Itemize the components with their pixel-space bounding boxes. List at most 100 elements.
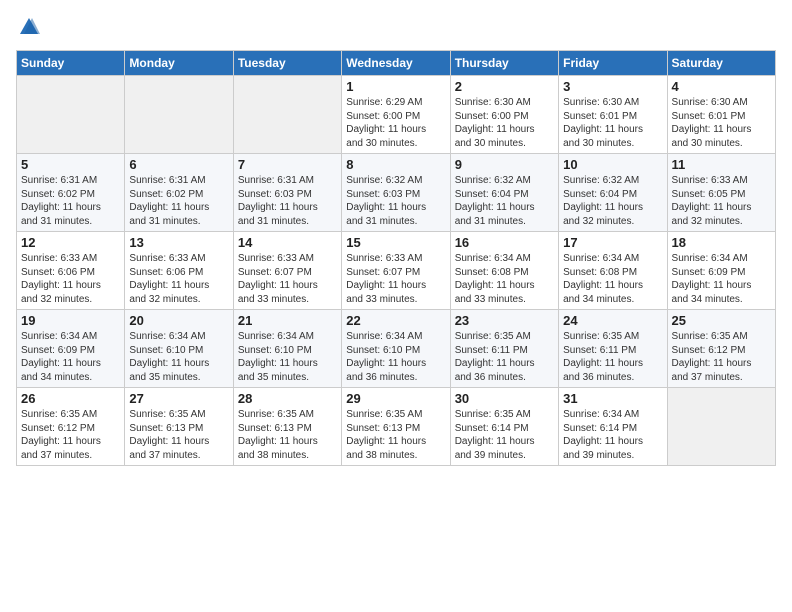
day-number: 5 <box>21 157 120 172</box>
weekday-header-thursday: Thursday <box>450 51 558 76</box>
day-number: 21 <box>238 313 337 328</box>
day-number: 8 <box>346 157 445 172</box>
day-info: Sunrise: 6:32 AM Sunset: 6:03 PM Dayligh… <box>346 174 445 228</box>
calendar-cell: 19 Sunrise: 6:34 AM Sunset: 6:09 PM Dayli… <box>17 310 125 388</box>
calendar-cell: 2Sunrise: 6:30 AM Sunset: 6:00 PM Daylig… <box>450 76 558 154</box>
calendar-cell: 25 Sunrise: 6:35 AM Sunset: 6:12 PM Dayli… <box>667 310 775 388</box>
calendar-cell: 8 Sunrise: 6:32 AM Sunset: 6:03 PM Daylig… <box>342 154 450 232</box>
day-info: Sunrise: 6:34 AM Sunset: 6:10 PM Dayligh… <box>129 330 228 384</box>
calendar-cell: 17 Sunrise: 6:34 AM Sunset: 6:08 PM Dayli… <box>559 232 667 310</box>
day-info: Sunrise: 6:35 AM Sunset: 6:12 PM Dayligh… <box>21 408 120 462</box>
day-info: Sunrise: 6:32 AM Sunset: 6:04 PM Dayligh… <box>563 174 662 228</box>
day-info: Sunrise: 6:34 AM Sunset: 6:10 PM Dayligh… <box>346 330 445 384</box>
weekday-header-tuesday: Tuesday <box>233 51 341 76</box>
weekday-header-sunday: Sunday <box>17 51 125 76</box>
calendar-cell <box>125 76 233 154</box>
calendar-cell: 27 Sunrise: 6:35 AM Sunset: 6:13 PM Dayli… <box>125 388 233 466</box>
day-info: Sunrise: 6:35 AM Sunset: 6:13 PM Dayligh… <box>238 408 337 462</box>
day-number: 13 <box>129 235 228 250</box>
day-info: Sunrise: 6:35 AM Sunset: 6:11 PM Dayligh… <box>563 330 662 384</box>
day-number: 26 <box>21 391 120 406</box>
calendar-cell: 16 Sunrise: 6:34 AM Sunset: 6:08 PM Dayli… <box>450 232 558 310</box>
day-info: Sunrise: 6:30 AM Sunset: 6:01 PM Dayligh… <box>672 96 771 150</box>
calendar-cell: 28 Sunrise: 6:35 AM Sunset: 6:13 PM Dayli… <box>233 388 341 466</box>
calendar-cell: 4Sunrise: 6:30 AM Sunset: 6:01 PM Daylig… <box>667 76 775 154</box>
calendar-cell: 22 Sunrise: 6:34 AM Sunset: 6:10 PM Dayli… <box>342 310 450 388</box>
calendar-cell: 20 Sunrise: 6:34 AM Sunset: 6:10 PM Dayli… <box>125 310 233 388</box>
day-number: 25 <box>672 313 771 328</box>
day-number: 10 <box>563 157 662 172</box>
day-info: Sunrise: 6:35 AM Sunset: 6:12 PM Dayligh… <box>672 330 771 384</box>
day-info: Sunrise: 6:34 AM Sunset: 6:08 PM Dayligh… <box>455 252 554 306</box>
day-info: Sunrise: 6:34 AM Sunset: 6:08 PM Dayligh… <box>563 252 662 306</box>
day-info: Sunrise: 6:35 AM Sunset: 6:13 PM Dayligh… <box>346 408 445 462</box>
day-number: 6 <box>129 157 228 172</box>
calendar-cell: 5 Sunrise: 6:31 AM Sunset: 6:02 PM Daylig… <box>17 154 125 232</box>
page-header <box>16 16 776 38</box>
day-info: Sunrise: 6:33 AM Sunset: 6:06 PM Dayligh… <box>21 252 120 306</box>
day-number: 7 <box>238 157 337 172</box>
day-number: 18 <box>672 235 771 250</box>
calendar-cell: 1 Sunrise: 6:29 AM Sunset: 6:00 PM Daylig… <box>342 76 450 154</box>
day-number: 14 <box>238 235 337 250</box>
calendar-cell: 30Sunrise: 6:35 AM Sunset: 6:14 PM Dayli… <box>450 388 558 466</box>
day-number: 31 <box>563 391 662 406</box>
calendar-cell: 18Sunrise: 6:34 AM Sunset: 6:09 PM Dayli… <box>667 232 775 310</box>
day-number: 2 <box>455 79 554 94</box>
calendar-week-row: 5 Sunrise: 6:31 AM Sunset: 6:02 PM Daylig… <box>17 154 776 232</box>
calendar-cell: 11 Sunrise: 6:33 AM Sunset: 6:05 PM Dayli… <box>667 154 775 232</box>
logo-icon <box>18 16 40 38</box>
calendar-cell: 23 Sunrise: 6:35 AM Sunset: 6:11 PM Dayli… <box>450 310 558 388</box>
day-number: 19 <box>21 313 120 328</box>
calendar-cell: 3Sunrise: 6:30 AM Sunset: 6:01 PM Daylig… <box>559 76 667 154</box>
calendar-cell: 12 Sunrise: 6:33 AM Sunset: 6:06 PM Dayli… <box>17 232 125 310</box>
calendar-cell: 26 Sunrise: 6:35 AM Sunset: 6:12 PM Dayli… <box>17 388 125 466</box>
day-number: 15 <box>346 235 445 250</box>
weekday-header-monday: Monday <box>125 51 233 76</box>
calendar-cell: 6Sunrise: 6:31 AM Sunset: 6:02 PM Daylig… <box>125 154 233 232</box>
weekday-header-wednesday: Wednesday <box>342 51 450 76</box>
calendar-week-row: 12 Sunrise: 6:33 AM Sunset: 6:06 PM Dayli… <box>17 232 776 310</box>
day-number: 28 <box>238 391 337 406</box>
day-number: 23 <box>455 313 554 328</box>
day-number: 27 <box>129 391 228 406</box>
day-number: 16 <box>455 235 554 250</box>
calendar-cell <box>667 388 775 466</box>
calendar-cell: 31 Sunrise: 6:34 AM Sunset: 6:14 PM Dayli… <box>559 388 667 466</box>
day-number: 3 <box>563 79 662 94</box>
day-number: 17 <box>563 235 662 250</box>
day-number: 29 <box>346 391 445 406</box>
calendar-cell: 24 Sunrise: 6:35 AM Sunset: 6:11 PM Dayli… <box>559 310 667 388</box>
day-info: Sunrise: 6:34 AM Sunset: 6:09 PM Dayligh… <box>21 330 120 384</box>
day-info: Sunrise: 6:35 AM Sunset: 6:13 PM Dayligh… <box>129 408 228 462</box>
day-number: 12 <box>21 235 120 250</box>
day-info: Sunrise: 6:31 AM Sunset: 6:03 PM Dayligh… <box>238 174 337 228</box>
weekday-header-friday: Friday <box>559 51 667 76</box>
day-number: 20 <box>129 313 228 328</box>
day-info: Sunrise: 6:31 AM Sunset: 6:02 PM Dayligh… <box>21 174 120 228</box>
calendar-cell: 10 Sunrise: 6:32 AM Sunset: 6:04 PM Dayli… <box>559 154 667 232</box>
calendar-week-row: 26 Sunrise: 6:35 AM Sunset: 6:12 PM Dayli… <box>17 388 776 466</box>
day-info: Sunrise: 6:33 AM Sunset: 6:06 PM Dayligh… <box>129 252 228 306</box>
logo <box>16 16 40 38</box>
calendar-cell <box>17 76 125 154</box>
calendar-cell: 21 Sunrise: 6:34 AM Sunset: 6:10 PM Dayli… <box>233 310 341 388</box>
day-info: Sunrise: 6:35 AM Sunset: 6:11 PM Dayligh… <box>455 330 554 384</box>
calendar-cell: 9Sunrise: 6:32 AM Sunset: 6:04 PM Daylig… <box>450 154 558 232</box>
weekday-header-saturday: Saturday <box>667 51 775 76</box>
day-number: 11 <box>672 157 771 172</box>
calendar-cell <box>233 76 341 154</box>
day-number: 22 <box>346 313 445 328</box>
calendar-week-row: 1 Sunrise: 6:29 AM Sunset: 6:00 PM Daylig… <box>17 76 776 154</box>
day-number: 9 <box>455 157 554 172</box>
day-number: 1 <box>346 79 445 94</box>
day-info: Sunrise: 6:33 AM Sunset: 6:07 PM Dayligh… <box>238 252 337 306</box>
day-info: Sunrise: 6:34 AM Sunset: 6:14 PM Dayligh… <box>563 408 662 462</box>
calendar-header-row: SundayMondayTuesdayWednesdayThursdayFrid… <box>17 51 776 76</box>
day-info: Sunrise: 6:35 AM Sunset: 6:14 PM Dayligh… <box>455 408 554 462</box>
day-number: 24 <box>563 313 662 328</box>
day-info: Sunrise: 6:29 AM Sunset: 6:00 PM Dayligh… <box>346 96 445 150</box>
day-info: Sunrise: 6:33 AM Sunset: 6:05 PM Dayligh… <box>672 174 771 228</box>
day-info: Sunrise: 6:34 AM Sunset: 6:10 PM Dayligh… <box>238 330 337 384</box>
day-info: Sunrise: 6:33 AM Sunset: 6:07 PM Dayligh… <box>346 252 445 306</box>
